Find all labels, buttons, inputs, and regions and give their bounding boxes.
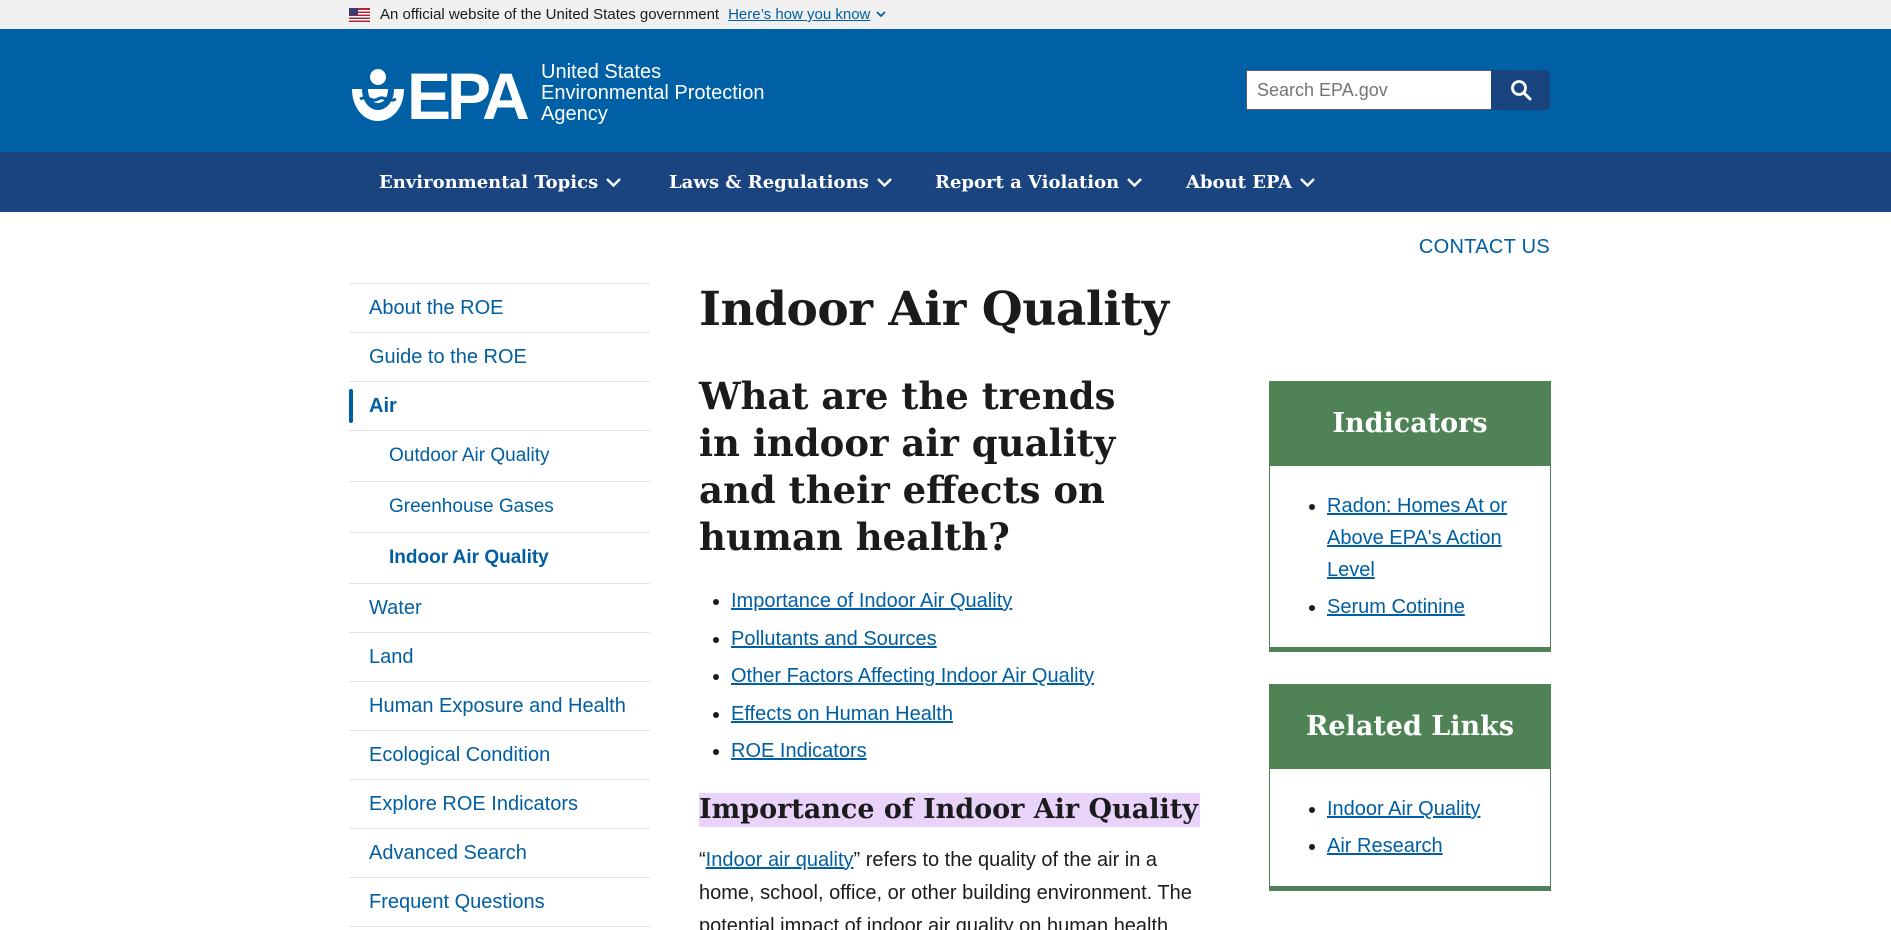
site-header: EPA United States Environmental Protecti…: [0, 29, 1891, 152]
sidenav-item-about-roe[interactable]: About the ROE: [349, 283, 650, 332]
agency-name-line-3: Agency: [541, 103, 608, 125]
question-heading: What are the trends in indoor air qualit…: [699, 374, 1116, 559]
open-quote: “: [699, 848, 706, 871]
list-item: Pollutants and Sources: [731, 621, 1224, 659]
table-of-contents: Importance of Indoor Air Quality Polluta…: [731, 583, 1224, 771]
chevron-down-icon: [606, 177, 622, 187]
gov-banner-text: An official website of the United States…: [380, 6, 720, 23]
list-item: Indoor Air Quality: [1327, 793, 1530, 825]
sidenav-divider: [349, 926, 650, 927]
chevron-down-icon: [1127, 177, 1143, 187]
page-title: Indoor Air Quality: [699, 282, 1169, 337]
sidenav-item-land[interactable]: Land: [349, 632, 650, 681]
related-link-air-research[interactable]: Air Research: [1327, 835, 1443, 857]
list-item: Other Factors Affecting Indoor Air Quali…: [731, 658, 1224, 696]
intro-paragraph: “Indoor air quality” refers to the quali…: [699, 844, 1209, 930]
indicator-link-serum-cotinine[interactable]: Serum Cotinine: [1327, 596, 1465, 618]
nav-label: Laws & Regulations: [669, 171, 869, 193]
search-icon: [1510, 80, 1531, 101]
gov-banner-content: An official website of the United States…: [349, 0, 887, 29]
sidenav-item-guide-roe[interactable]: Guide to the ROE: [349, 332, 650, 381]
sidenav-item-explore-indicators[interactable]: Explore ROE Indicators: [349, 779, 650, 828]
chevron-down-icon: [876, 11, 887, 18]
sidenav-item-ecological-condition[interactable]: Ecological Condition: [349, 730, 650, 779]
search-button[interactable]: [1491, 70, 1550, 110]
list-item: Air Research: [1327, 830, 1530, 862]
toc-link-other-factors[interactable]: Other Factors Affecting Indoor Air Quali…: [731, 665, 1094, 687]
search-input[interactable]: [1246, 70, 1491, 110]
list-item: Serum Cotinine: [1327, 591, 1530, 623]
indoor-air-quality-link[interactable]: Indoor air quality: [706, 849, 854, 871]
related-link-indoor-air-quality[interactable]: Indoor Air Quality: [1327, 798, 1480, 820]
indicators-box-title: Indicators: [1269, 381, 1551, 466]
indicator-link-radon[interactable]: Radon: Homes At or Above EPA's Action Le…: [1327, 495, 1507, 581]
nav-laws-regulations[interactable]: Laws & Regulations: [669, 152, 893, 212]
list-item: Importance of Indoor Air Quality: [731, 583, 1224, 621]
nav-environmental-topics[interactable]: Environmental Topics: [379, 152, 622, 212]
heres-how-you-know-label: Here’s how you know: [728, 6, 871, 23]
us-flag-icon: [349, 7, 370, 22]
agency-name: United States Environmental Protection A…: [541, 62, 764, 125]
svg-text:EPA: EPA: [407, 65, 528, 123]
agency-name-line-2: Environmental Protection: [541, 82, 765, 104]
sidenav-item-outdoor-air-quality[interactable]: Outdoor Air Quality: [349, 430, 650, 481]
toc-link-health-effects[interactable]: Effects on Human Health: [731, 703, 953, 725]
contact-us-link[interactable]: CONTACT US: [1419, 236, 1550, 259]
related-links-box-title: Related Links: [1269, 684, 1551, 769]
sidenav-item-indoor-air-quality[interactable]: Indoor Air Quality: [349, 532, 650, 583]
toc-link-importance[interactable]: Importance of Indoor Air Quality: [731, 590, 1012, 612]
nav-about-epa[interactable]: About EPA: [1186, 152, 1316, 212]
sidenav-item-human-exposure[interactable]: Human Exposure and Health: [349, 681, 650, 730]
chevron-down-icon: [1300, 177, 1315, 187]
nav-report-violation[interactable]: Report a Violation: [935, 152, 1143, 212]
sidenav-item-advanced-search[interactable]: Advanced Search: [349, 828, 650, 877]
chevron-down-icon: [876, 177, 892, 187]
list-item: Radon: Homes At or Above EPA's Action Le…: [1327, 490, 1530, 586]
sidenav-item-air[interactable]: Air: [349, 381, 650, 430]
epa-letters-logo: EPA: [407, 65, 532, 123]
sidenav-item-frequent-questions[interactable]: Frequent Questions: [349, 877, 650, 926]
epa-logo[interactable]: EPA United States Environmental Protecti…: [349, 62, 764, 125]
epa-seal-icon: [352, 68, 404, 121]
nav-label: Report a Violation: [935, 171, 1120, 193]
side-nav: About the ROE Guide to the ROE Air Outdo…: [349, 283, 650, 927]
main-nav: Environmental Topics Laws & Regulations …: [0, 152, 1891, 212]
toc-link-pollutants[interactable]: Pollutants and Sources: [731, 628, 937, 650]
site-search: [1246, 70, 1550, 110]
indicators-list: Radon: Homes At or Above EPA's Action Le…: [1270, 466, 1550, 647]
related-links-list: Indoor Air Quality Air Research: [1270, 769, 1550, 886]
agency-name-line-1: United States: [541, 61, 662, 83]
list-item: Effects on Human Health: [731, 696, 1224, 734]
heres-how-you-know-link[interactable]: Here’s how you know: [728, 6, 887, 23]
indicators-box: Indicators Radon: Homes At or Above EPA'…: [1269, 381, 1551, 652]
toc-link-roe-indicators[interactable]: ROE Indicators: [731, 740, 867, 762]
sidenav-item-water[interactable]: Water: [349, 583, 650, 632]
related-links-box: Related Links Indoor Air Quality Air Res…: [1269, 684, 1551, 891]
epa-logo-mark: EPA: [349, 65, 535, 123]
gov-banner: An official website of the United States…: [0, 0, 1891, 29]
nav-label: Environmental Topics: [379, 171, 599, 193]
nav-label: About EPA: [1186, 171, 1293, 193]
section-heading-importance: Importance of Indoor Air Quality: [699, 792, 1200, 827]
sidenav-item-greenhouse-gases[interactable]: Greenhouse Gases: [349, 481, 650, 532]
list-item: ROE Indicators: [731, 733, 1224, 771]
main-content: Indoor Air Quality What are the trends i…: [699, 280, 1224, 930]
